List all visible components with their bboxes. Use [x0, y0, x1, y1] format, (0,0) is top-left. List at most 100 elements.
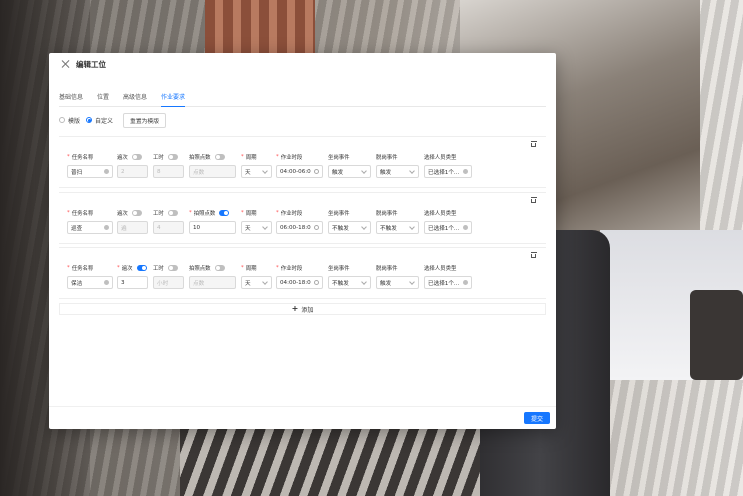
tab-location[interactable]: 位置 [97, 92, 109, 106]
radio-template[interactable]: 模版 [59, 116, 80, 125]
count-field: 遍次 2 [117, 153, 148, 178]
work-time-field: * 作业时段 04:00-06:0 [276, 153, 323, 178]
hours-toggle[interactable] [167, 154, 178, 160]
photo-points-toggle[interactable] [214, 154, 225, 160]
cycle-label: * 周期 [241, 265, 257, 272]
work-time-picker[interactable]: 04:00-06:0 [276, 165, 323, 178]
delete-icon[interactable] [530, 252, 537, 258]
photo-points-input[interactable]: 点数 [189, 276, 236, 289]
close-icon[interactable] [61, 59, 71, 69]
off-post-select[interactable]: 触发 [376, 276, 419, 289]
submit-button[interactable]: 提交 [524, 412, 550, 424]
chevron-down-icon [361, 279, 367, 285]
on-post-select[interactable]: 不触发 [328, 221, 371, 234]
reset-to-template-button[interactable]: 重置为模版 [123, 112, 167, 128]
count-input[interactable]: 3 [117, 276, 148, 289]
on-post-select[interactable]: 触发 [328, 165, 371, 178]
chevron-down-icon [409, 279, 415, 285]
work-time-field: * 作业时段 06:00-18:0 [276, 209, 323, 234]
on-post-select[interactable]: 不触发 [328, 276, 371, 289]
cycle-field: * 周期 天 [241, 264, 272, 289]
photo-points-input[interactable]: 10 [189, 221, 236, 234]
cycle-select[interactable]: 天 [241, 165, 272, 178]
background-railing [180, 425, 480, 496]
hours-toggle[interactable] [167, 210, 178, 216]
count-field: * 遍次 3 [117, 264, 148, 289]
modal-header: 编辑工位 [49, 53, 556, 75]
chevron-down-icon [262, 279, 268, 285]
people-type-field: 选择人员类型 已选择1个... [424, 153, 472, 178]
work-time-picker[interactable]: 06:00-18:0 [276, 221, 323, 234]
photo-points-label: * 拍照点数 [189, 209, 236, 217]
tab-basic-info[interactable]: 基础信息 [59, 92, 83, 106]
off-post-select[interactable]: 触发 [376, 165, 419, 178]
work-time-picker[interactable]: 04:00-18:0 [276, 276, 323, 289]
clear-icon [104, 225, 109, 230]
radio-custom[interactable]: 自定义 [86, 116, 113, 125]
chevron-down-icon [262, 224, 268, 230]
off-post-select[interactable]: 不触发 [376, 221, 419, 234]
chevron-down-icon [409, 168, 415, 174]
add-task-button[interactable]: + 添加 [59, 303, 546, 315]
photo-points-toggle[interactable] [219, 210, 230, 216]
add-task-label: 添加 [301, 306, 314, 314]
clock-icon [314, 169, 319, 174]
footer-divider [49, 406, 556, 407]
people-type-select[interactable]: 已选择1个... [424, 165, 472, 178]
work-time-label: * 作业时段 [276, 154, 303, 161]
radio-template-label: 模版 [68, 117, 81, 125]
people-type-field: 选择人员类型 已选择1个... [424, 264, 472, 289]
background-brick [205, 0, 315, 60]
clear-icon [104, 169, 109, 174]
task-name-select[interactable]: 普扫 [67, 165, 113, 178]
task-name-label: * 任务名称 [67, 265, 94, 272]
count-toggle[interactable] [131, 154, 142, 160]
people-type-label: 选择人员类型 [424, 266, 457, 272]
task-name-field: * 任务名称 保洁 [67, 264, 113, 289]
hours-input[interactable]: 小时 [153, 276, 184, 289]
hours-input[interactable]: 4 [153, 221, 184, 234]
people-type-select[interactable]: 已选择1个... [424, 276, 472, 289]
hours-field: 工时 4 [153, 209, 184, 234]
hours-input[interactable]: 8 [153, 165, 184, 178]
off-post-label: 脱岗事件 [376, 155, 398, 161]
task-name-field: * 任务名称 普扫 [67, 153, 113, 178]
count-toggle[interactable] [131, 210, 142, 216]
delete-icon[interactable] [530, 197, 537, 203]
on-post-field: 坐岗事件 不触发 [328, 264, 371, 289]
photo-points-input[interactable]: 点数 [189, 165, 236, 178]
photo-points-field: 拍照点数 点数 [189, 264, 236, 289]
chevron-down-icon [361, 224, 367, 230]
hours-label: 工时 [153, 209, 184, 217]
photo-points-toggle[interactable] [214, 265, 225, 271]
cycle-select[interactable]: 天 [241, 221, 272, 234]
count-label: * 遍次 [117, 264, 148, 272]
on-post-label: 坐岗事件 [328, 266, 350, 272]
cycle-label: * 周期 [241, 210, 257, 217]
delete-icon[interactable] [530, 141, 537, 147]
clear-icon [463, 225, 468, 230]
cycle-select[interactable]: 天 [241, 276, 272, 289]
off-post-field: 脱岗事件 不触发 [376, 209, 419, 234]
count-input[interactable]: 2 [117, 165, 148, 178]
cycle-field: * 周期 天 [241, 153, 272, 178]
task-row: * 任务名称 普扫 遍次 2 工时 8 拍照点数 点数 * 周期 天 * 作业时段 0… [59, 136, 546, 188]
on-post-field: 坐岗事件 触发 [328, 153, 371, 178]
task-name-select[interactable]: 保洁 [67, 276, 113, 289]
people-type-select[interactable]: 已选择1个... [424, 221, 472, 234]
hours-label: 工时 [153, 264, 184, 272]
count-toggle[interactable] [136, 265, 147, 271]
task-name-select[interactable]: 巡查 [67, 221, 113, 234]
people-type-field: 选择人员类型 已选择1个... [424, 209, 472, 234]
tab-advanced-info[interactable]: 高级信息 [123, 92, 147, 106]
photo-points-field: * 拍照点数 10 [189, 209, 236, 234]
on-post-field: 坐岗事件 不触发 [328, 209, 371, 234]
tab-work-requirements[interactable]: 作业要求 [161, 92, 186, 107]
edit-station-modal: 编辑工位 基础信息 位置 高级信息 作业要求 模版 自定义 重置为模版 * 任务名… [49, 53, 556, 429]
hours-toggle[interactable] [167, 265, 178, 271]
work-time-label: * 作业时段 [276, 265, 303, 272]
hours-label: 工时 [153, 153, 184, 161]
off-post-label: 脱岗事件 [376, 211, 398, 217]
work-time-field: * 作业时段 04:00-18:0 [276, 264, 323, 289]
count-input[interactable]: 遍 [117, 221, 148, 234]
